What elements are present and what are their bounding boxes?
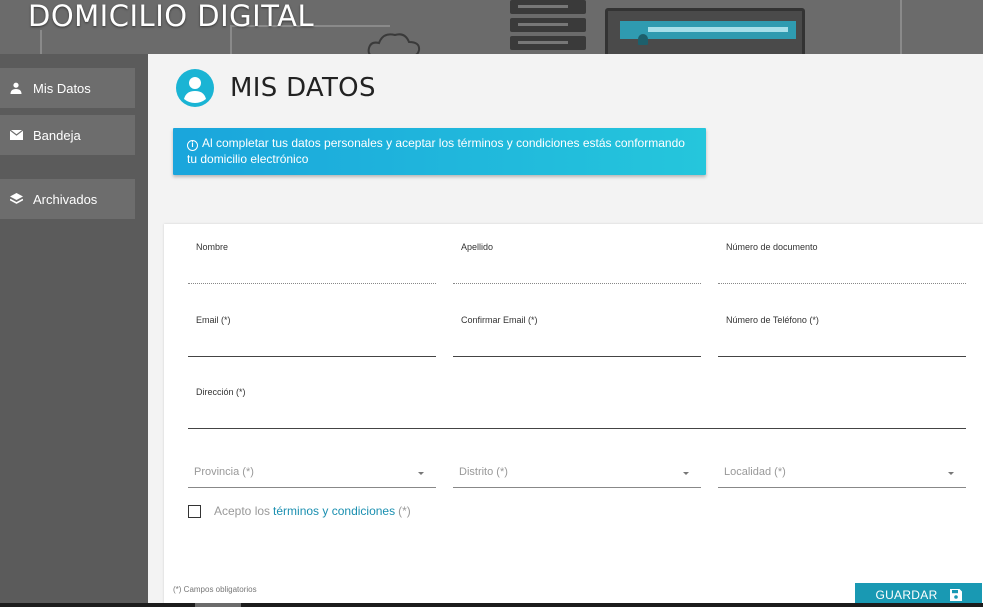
confirm-email-field[interactable]: Confirmar Email (*) bbox=[453, 315, 701, 357]
save-button-label: GUARDAR bbox=[875, 588, 938, 602]
form-card: Nombre Apellido Número de documento Emai… bbox=[164, 224, 983, 607]
nombre-field[interactable]: Nombre bbox=[188, 242, 436, 284]
required-note: (*) Campos obligatorios bbox=[173, 585, 257, 594]
field-label: Confirmar Email (*) bbox=[461, 315, 538, 325]
select-placeholder: Localidad (*) bbox=[724, 466, 786, 478]
sidebar-item-label: Archivados bbox=[33, 191, 98, 207]
sidebar-item-label: Mis Datos bbox=[33, 80, 91, 96]
chevron-down-icon bbox=[948, 472, 954, 475]
field-label: Dirección (*) bbox=[196, 387, 246, 397]
apellido-field[interactable]: Apellido bbox=[453, 242, 701, 284]
cloud-icon bbox=[367, 33, 421, 54]
field-label: Nombre bbox=[196, 242, 229, 252]
main-content: MIS DATOS i Al completar tus datos person… bbox=[148, 54, 983, 607]
info-icon: i bbox=[187, 140, 198, 151]
email-field[interactable]: Email (*) bbox=[188, 315, 436, 357]
distrito-select[interactable]: Distrito (*) bbox=[453, 456, 701, 488]
terms-row: Acepto los términos y condiciones (*) bbox=[188, 504, 411, 518]
terms-checkbox[interactable] bbox=[188, 504, 201, 518]
documento-field[interactable]: Número de documento bbox=[718, 242, 966, 284]
sidebar-item-label: Bandeja bbox=[33, 127, 81, 143]
direccion-field[interactable]: Dirección (*) bbox=[188, 387, 966, 429]
taskbar-strip bbox=[0, 603, 983, 607]
layers-icon bbox=[9, 193, 23, 204]
field-label: Número de documento bbox=[726, 242, 818, 252]
floppy-disk-icon bbox=[949, 589, 962, 601]
terms-suffix: (*) bbox=[398, 504, 411, 518]
chevron-down-icon bbox=[418, 472, 424, 475]
app-header: DOMICILIO DIGITAL bbox=[0, 0, 983, 54]
server-illustration bbox=[510, 0, 586, 54]
sidebar: Mis Datos Bandeja Archivados bbox=[0, 54, 148, 607]
select-placeholder: Provincia (*) bbox=[194, 466, 254, 478]
info-banner: i Al completar tus datos personales y ace… bbox=[173, 128, 706, 175]
select-placeholder: Distrito (*) bbox=[459, 466, 508, 478]
terms-prefix: Acepto los bbox=[214, 504, 271, 518]
telefono-field[interactable]: Número de Teléfono (*) bbox=[718, 315, 966, 357]
sidebar-item-mis-datos[interactable]: Mis Datos bbox=[0, 68, 135, 108]
decor-line bbox=[40, 30, 42, 54]
field-label: Email (*) bbox=[196, 315, 231, 325]
page-header: MIS DATOS bbox=[176, 69, 376, 107]
sidebar-item-bandeja[interactable]: Bandeja bbox=[0, 115, 135, 155]
sidebar-item-archivados[interactable]: Archivados bbox=[0, 179, 135, 219]
account-circle-icon bbox=[176, 69, 214, 107]
envelope-icon bbox=[9, 130, 23, 140]
page-title: MIS DATOS bbox=[230, 73, 376, 103]
field-label: Número de Teléfono (*) bbox=[726, 315, 819, 325]
bell-icon bbox=[638, 34, 648, 45]
field-label: Apellido bbox=[461, 242, 494, 252]
info-text: Al completar tus datos personales y acep… bbox=[187, 136, 685, 166]
localidad-select[interactable]: Localidad (*) bbox=[718, 456, 966, 488]
app-title: DOMICILIO DIGITAL bbox=[28, 0, 315, 33]
chevron-down-icon bbox=[683, 472, 689, 475]
decor-line bbox=[900, 0, 902, 54]
monitor-illustration bbox=[605, 8, 805, 54]
terms-link[interactable]: términos y condiciones bbox=[273, 504, 395, 518]
person-icon bbox=[10, 82, 22, 94]
provincia-select[interactable]: Provincia (*) bbox=[188, 456, 436, 488]
